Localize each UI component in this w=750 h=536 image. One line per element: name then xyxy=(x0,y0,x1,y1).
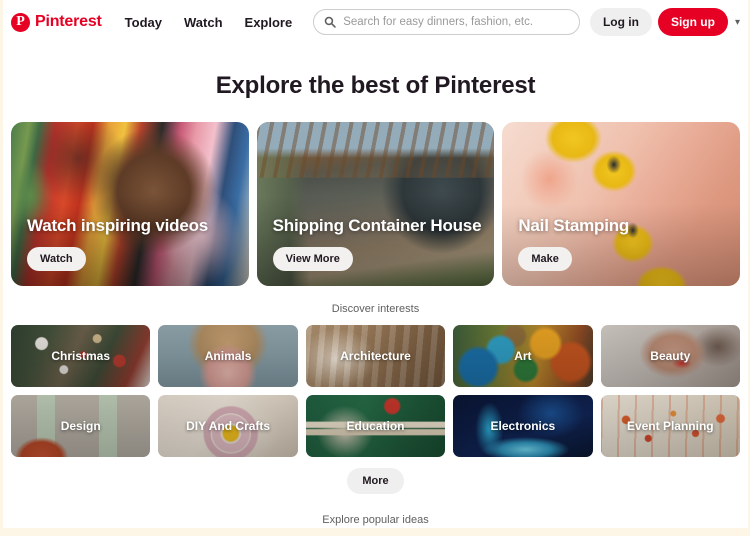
signup-button[interactable]: Sign up xyxy=(657,8,728,36)
interest-tile-electronics[interactable]: Electronics xyxy=(453,395,593,457)
interest-tile-label: Beauty xyxy=(650,349,691,363)
interest-tile-architecture[interactable]: Architecture xyxy=(305,325,446,387)
interest-tile-animals[interactable]: Animals xyxy=(158,325,298,387)
interest-tile-art[interactable]: Art xyxy=(453,325,593,387)
hero-card-title: Shipping Container House xyxy=(272,216,482,235)
hero-card-container-house[interactable]: Shipping Container House View More xyxy=(256,122,495,286)
interest-tile-design[interactable]: Design xyxy=(11,395,151,457)
explore-popular-ideas-label: Explore popular ideas xyxy=(322,514,429,526)
search-bar[interactable] xyxy=(313,9,580,35)
nav-item-today[interactable]: Today xyxy=(114,9,173,36)
hero-card-title: Nail Stamping xyxy=(518,216,630,235)
interest-tile-label: Architecture xyxy=(340,349,411,363)
interest-tile-label: Electronics xyxy=(490,419,556,433)
pinterest-app: P Pinterest Today Watch Explore Log in S… xyxy=(3,0,748,528)
interest-tile-grid: Christmas Animals Architecture Art Beaut… xyxy=(3,325,748,457)
nav-item-watch[interactable]: Watch xyxy=(173,9,234,36)
interest-tile-education[interactable]: Education xyxy=(305,395,446,457)
discover-interests-label: Discover interests xyxy=(331,303,420,315)
page-title: Explore the best of Pinterest xyxy=(215,72,536,99)
pinterest-home-link[interactable]: P Pinterest xyxy=(11,12,102,32)
interest-tile-label: Design xyxy=(60,419,101,433)
interest-tile-christmas[interactable]: Christmas xyxy=(11,325,151,387)
search-icon xyxy=(324,16,336,28)
hero-card-title: Watch inspiring videos xyxy=(27,216,209,235)
nav-item-explore[interactable]: Explore xyxy=(234,9,304,36)
top-navbar: P Pinterest Today Watch Explore Log in S… xyxy=(3,0,748,44)
brand-name: Pinterest xyxy=(35,13,102,30)
interest-tile-label: Christmas xyxy=(51,349,111,363)
chevron-down-icon[interactable]: ▾ xyxy=(735,17,740,28)
browser-page: P Pinterest Today Watch Explore Log in S… xyxy=(0,0,750,536)
primary-nav: Today Watch Explore xyxy=(114,9,304,36)
interest-tile-label: Event Planning xyxy=(626,419,714,433)
hero-watch-button[interactable]: Watch xyxy=(27,247,86,271)
login-button[interactable]: Log in xyxy=(589,8,652,36)
hero-card-nail-stamping[interactable]: Nail Stamping Make xyxy=(502,122,741,286)
more-button-row: More xyxy=(3,468,748,494)
more-interests-button[interactable]: More xyxy=(347,468,404,494)
hero-card-row: Watch inspiring videos Watch Shipping Co… xyxy=(3,122,748,286)
interest-tile-diy-and-crafts[interactable]: DIY And Crafts xyxy=(158,395,298,457)
interest-tile-label: Education xyxy=(346,419,405,433)
interest-tile-label: DIY And Crafts xyxy=(186,419,271,433)
interest-tile-event-planning[interactable]: Event Planning xyxy=(600,395,740,457)
interest-tile-label: Art xyxy=(514,349,532,363)
interest-tile-beauty[interactable]: Beauty xyxy=(600,325,740,387)
hero-card-watch-videos[interactable]: Watch inspiring videos Watch xyxy=(11,122,249,286)
hero-make-button[interactable]: Make xyxy=(518,247,572,271)
pinterest-logo-icon: P xyxy=(11,12,30,32)
interest-tile-label: Animals xyxy=(204,349,252,363)
hero-view-more-button[interactable]: View More xyxy=(272,247,353,271)
search-input[interactable] xyxy=(343,16,569,28)
